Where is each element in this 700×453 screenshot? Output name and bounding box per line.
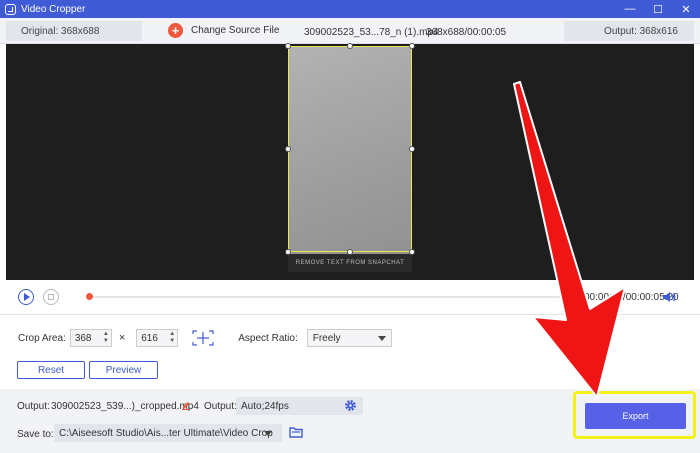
crop-handle-bottom-right[interactable] [409, 249, 415, 255]
timeline-track[interactable] [89, 296, 579, 298]
crop-handle-left[interactable] [285, 146, 291, 152]
app-icon [5, 3, 16, 15]
volume-icon[interactable] [662, 290, 676, 304]
save-path-select[interactable]: C:\Aiseesoft Studio\Ais...ter Ultimate\V… [54, 424, 282, 442]
crop-handle-bottom-left[interactable] [285, 249, 291, 255]
minimize-button[interactable]: — [616, 0, 644, 18]
crop-box[interactable] [288, 46, 412, 252]
video-preview: REMOVE TEXT FROM SNAPCHAT [6, 43, 694, 280]
divider [0, 314, 700, 315]
crop-height-value: 616 [141, 332, 158, 344]
play-icon [24, 293, 30, 301]
decrement-icon[interactable]: ▼ [103, 338, 109, 345]
window-controls: — ☐ ✕ [616, 0, 700, 18]
crop-handle-right[interactable] [409, 146, 415, 152]
crop-handle-bottom[interactable] [347, 249, 353, 255]
crop-width-stepper[interactable]: 368 ▲ ▼ [69, 329, 112, 347]
chevron-down-icon [377, 335, 386, 341]
timeline-playhead[interactable] [86, 293, 93, 300]
crop-handle-top[interactable] [347, 43, 353, 49]
output-file-name: 309002523_539...)_cropped.mp4 [51, 401, 199, 412]
video-caption: REMOVE TEXT FROM SNAPCHAT [288, 254, 412, 272]
times-sign: × [118, 332, 126, 344]
change-source-label: Change Source File [191, 25, 280, 36]
edit-icon[interactable] [181, 399, 191, 410]
info-bar: Original: 368x688 + Change Source File 3… [0, 18, 700, 44]
play-button[interactable] [18, 289, 34, 305]
output-resolution: Output: 368x616 [564, 21, 694, 41]
plus-icon: + [168, 23, 183, 38]
window-title: Video Cropper [21, 3, 86, 15]
playback-controls: 00:00:00/00:00:05.20 [0, 280, 700, 314]
chevron-down-icon[interactable] [264, 431, 272, 436]
gear-icon[interactable] [344, 399, 357, 412]
output-format-label: Output: [204, 401, 237, 412]
crop-width-value: 368 [74, 332, 92, 344]
source-file-meta: 368x688/00:00:05 [426, 27, 507, 38]
original-resolution: Original: 368x688 [6, 21, 142, 41]
output-format-value: Auto;24fps [241, 400, 289, 412]
crop-settings: Crop Area: 368 ▲ ▼ × 616 ▲ ▼ Aspect Ratio:… [18, 329, 392, 347]
save-path-value: C:\Aiseesoft Studio\Ais...ter Ultimate\V… [59, 427, 273, 439]
increment-icon[interactable]: ▲ [169, 331, 175, 338]
aspect-ratio-value: Freely [312, 332, 341, 344]
crop-handle-top-right[interactable] [409, 43, 415, 49]
increment-icon[interactable]: ▲ [103, 331, 109, 338]
export-button[interactable]: Export [585, 403, 686, 429]
change-source-button[interactable]: + Change Source File [168, 23, 279, 38]
preview-button[interactable]: Preview [89, 361, 158, 379]
decrement-icon[interactable]: ▼ [169, 338, 175, 345]
stop-icon [48, 294, 54, 300]
reset-button[interactable]: Reset [17, 361, 85, 379]
center-crop-icon[interactable] [192, 329, 214, 347]
crop-height-stepper[interactable]: 616 ▲ ▼ [136, 329, 179, 347]
stop-button[interactable] [43, 289, 59, 305]
crop-handle-top-left[interactable] [285, 43, 291, 49]
source-file-name: 309002523_53...78_n (1).mp4 [304, 27, 439, 38]
crop-area-label: Crop Area: [18, 332, 66, 344]
folder-icon[interactable] [289, 426, 303, 438]
maximize-button[interactable]: ☐ [644, 0, 672, 18]
save-to-label: Save to: [17, 429, 54, 440]
title-bar: Video Cropper — ☐ ✕ [0, 0, 700, 18]
aspect-ratio-label: Aspect Ratio: [238, 332, 298, 344]
output-label: Output: [17, 401, 50, 412]
aspect-ratio-select[interactable]: Freely [306, 329, 392, 347]
close-button[interactable]: ✕ [672, 0, 700, 18]
